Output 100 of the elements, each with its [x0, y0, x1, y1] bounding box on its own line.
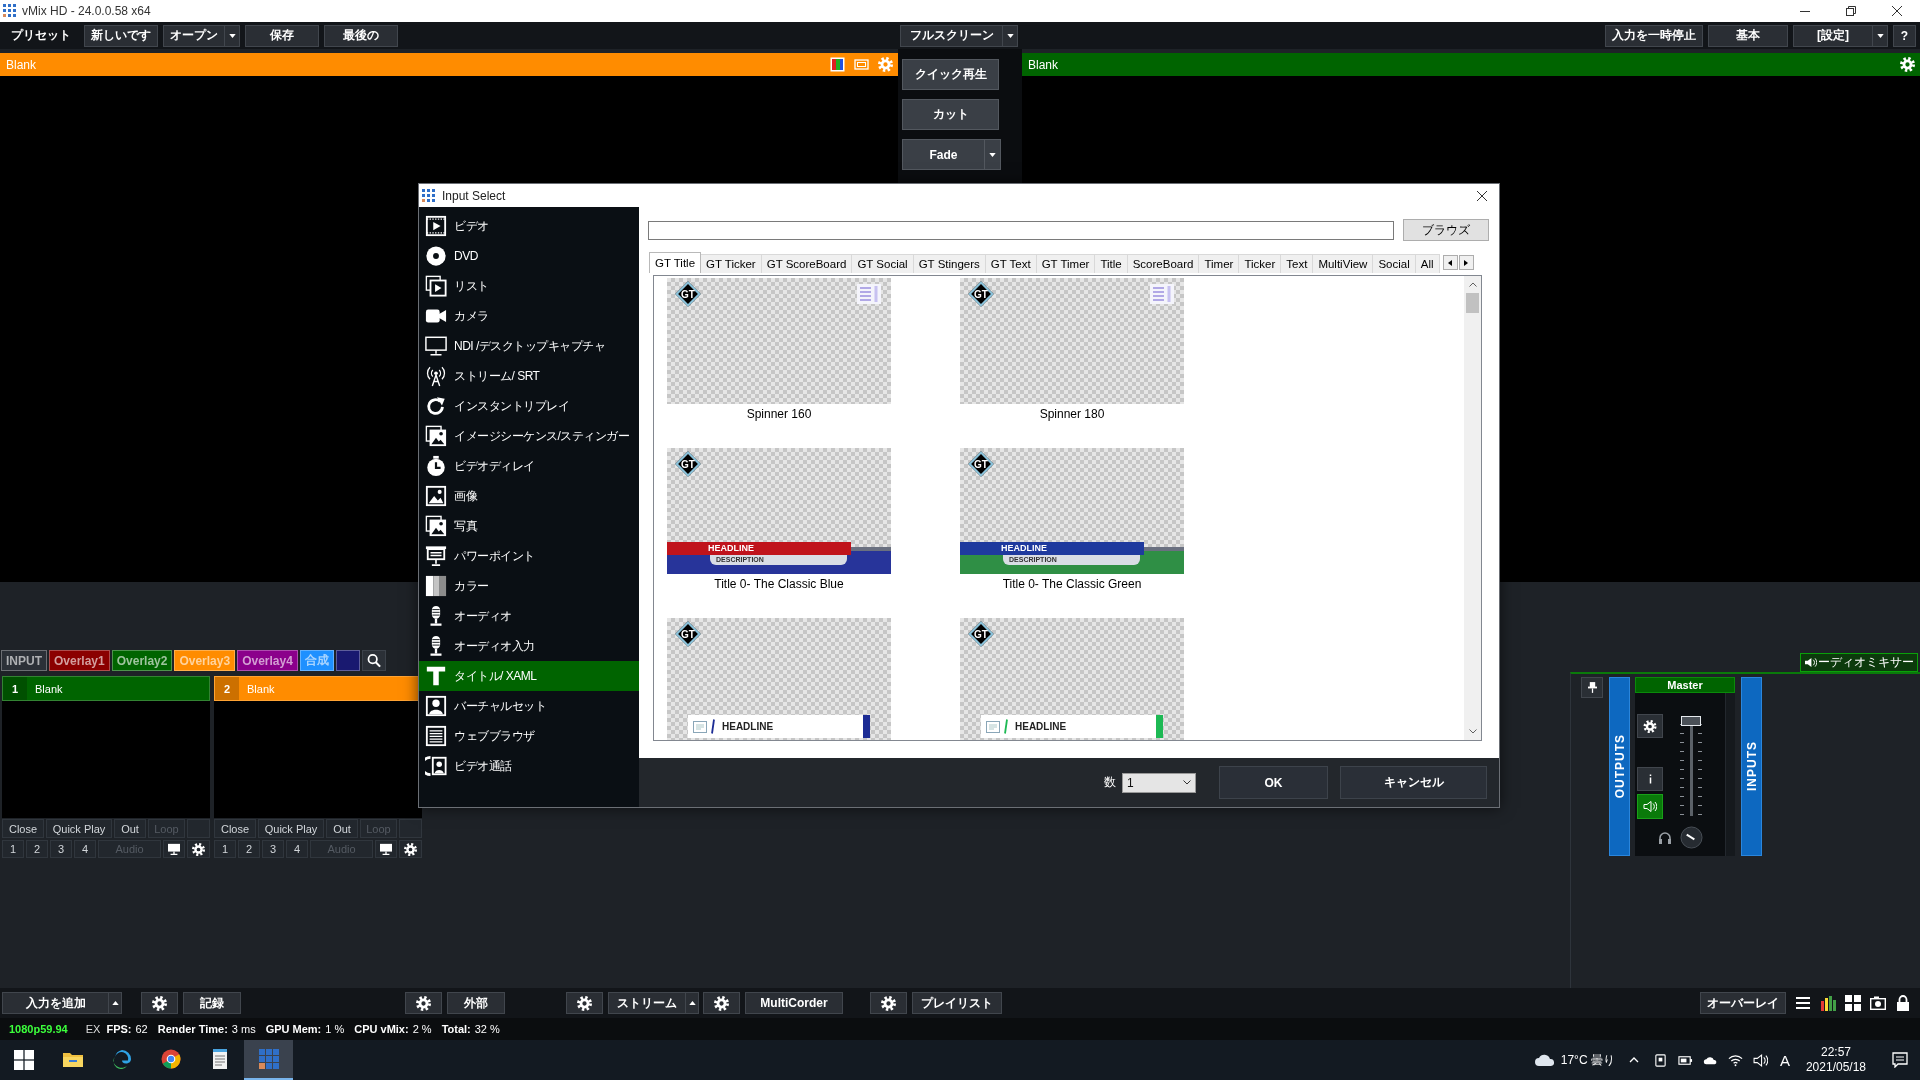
- input-tab[interactable]: [335, 650, 360, 671]
- toolbar-button[interactable]: プレイリスト: [912, 992, 1002, 1014]
- grid-icon[interactable]: [1845, 995, 1861, 1011]
- input-control-button[interactable]: Out: [114, 819, 146, 838]
- category-item[interactable]: NDI /デスクトップキャプチャ: [419, 331, 639, 361]
- input-tab[interactable]: INPUT: [1, 650, 47, 671]
- template-thumbnail[interactable]: GT: [667, 278, 891, 404]
- dialog-button[interactable]: キャンセル: [1340, 766, 1487, 799]
- input-control-button[interactable]: Out: [326, 819, 358, 838]
- menu-button[interactable]: フルスクリーン: [900, 24, 1003, 47]
- category-tab[interactable]: All: [1414, 254, 1440, 273]
- settings-button[interactable]: [399, 840, 422, 858]
- settings-button[interactable]: [870, 992, 907, 1014]
- settings-button[interactable]: [566, 992, 603, 1014]
- input-tab[interactable]: Overlay2: [111, 650, 173, 671]
- toolbar-button[interactable]: 記録: [183, 992, 241, 1014]
- category-item[interactable]: オーディオ: [419, 601, 639, 631]
- category-tab[interactable]: GT Social: [851, 254, 914, 273]
- category-item[interactable]: DVD: [419, 241, 639, 271]
- menu-button[interactable]: [設定]: [1793, 24, 1873, 47]
- menu-button[interactable]: 保存: [245, 24, 319, 47]
- input-control-button[interactable]: Quick Play: [46, 819, 112, 838]
- monitor-button[interactable]: [375, 840, 397, 858]
- category-item[interactable]: タイトル/ XAML: [419, 661, 639, 691]
- scrollbar-thumb[interactable]: [1466, 293, 1479, 313]
- toolbar-button[interactable]: 入力を追加: [2, 992, 109, 1014]
- pin-button[interactable]: [1581, 677, 1603, 698]
- settings-button[interactable]: [141, 992, 178, 1014]
- bus-button[interactable]: 1: [2, 840, 24, 858]
- category-item[interactable]: インスタントリプレイ: [419, 391, 639, 421]
- wifi-icon[interactable]: [1727, 1053, 1743, 1067]
- menu-button[interactable]: 最後の: [324, 24, 398, 47]
- speaker-icon[interactable]: [1752, 1053, 1768, 1067]
- dropdown-button[interactable]: [1003, 24, 1018, 47]
- outputs-tab[interactable]: OUTPUTS: [1609, 677, 1630, 856]
- toolbar-button[interactable]: MultiCorder: [745, 992, 843, 1014]
- audio-mixer-button[interactable]: ーディオミキサー: [1800, 653, 1918, 672]
- level-bars-icon[interactable]: [1820, 995, 1836, 1011]
- chevron-up-icon[interactable]: [1628, 1057, 1639, 1063]
- category-tab[interactable]: Social: [1372, 254, 1416, 273]
- lock-icon[interactable]: [1895, 995, 1911, 1011]
- category-item[interactable]: カラー: [419, 571, 639, 601]
- audio-toggle-button[interactable]: [1637, 794, 1663, 819]
- bus-button[interactable]: 3: [50, 840, 72, 858]
- search-button[interactable]: [361, 650, 386, 671]
- camera-icon[interactable]: [1870, 995, 1886, 1011]
- input-tab[interactable]: Overlay4: [237, 650, 298, 671]
- knob-icon[interactable]: [1680, 826, 1703, 849]
- transition-button[interactable]: カット: [902, 99, 999, 130]
- template-thumbnail[interactable]: GT HEADLINE: [960, 618, 1184, 740]
- input-control-button[interactable]: Quick Play: [258, 819, 324, 838]
- input-tab[interactable]: Overlay1: [49, 650, 110, 671]
- inputs-tab[interactable]: INPUTS: [1741, 677, 1762, 856]
- bus-button[interactable]: 4: [286, 840, 308, 858]
- category-item[interactable]: ウェブブラウザ: [419, 721, 639, 751]
- category-tab[interactable]: Title: [1094, 254, 1128, 273]
- search-field[interactable]: [648, 220, 1394, 240]
- transition-button[interactable]: Fade: [902, 139, 985, 170]
- category-item[interactable]: 画像: [419, 481, 639, 511]
- color-bars-icon[interactable]: [830, 57, 845, 72]
- category-item[interactable]: パワーポイント: [419, 541, 639, 571]
- dropdown-button[interactable]: [109, 992, 122, 1014]
- category-item[interactable]: 写真: [419, 511, 639, 541]
- dropdown-button[interactable]: [686, 992, 699, 1014]
- toolbar-button[interactable]: 外部: [447, 992, 505, 1014]
- cloud-icon[interactable]: [1533, 1053, 1556, 1067]
- weather-text[interactable]: 17°C 曇り: [1560, 1051, 1615, 1069]
- category-tab[interactable]: GT Title: [649, 252, 702, 273]
- category-item[interactable]: イメージシーケンス/スティンガー: [419, 421, 639, 451]
- category-item[interactable]: ビデオ: [419, 211, 639, 241]
- settings-icon[interactable]: [1900, 57, 1915, 72]
- category-tab[interactable]: ScoreBoard: [1126, 254, 1200, 273]
- input-header[interactable]: 1 Blank: [2, 676, 210, 701]
- category-tab[interactable]: Timer: [1198, 254, 1240, 273]
- bus-button[interactable]: 2: [26, 840, 48, 858]
- battery-icon[interactable]: [1677, 1053, 1693, 1067]
- settings-button[interactable]: [405, 992, 442, 1014]
- menu-button[interactable]: 入力を一時停止: [1605, 24, 1703, 47]
- menu-icon[interactable]: [1795, 995, 1811, 1011]
- category-tab[interactable]: Text: [1280, 254, 1314, 273]
- category-item[interactable]: バーチャルセット: [419, 691, 639, 721]
- bus-button[interactable]: 1: [214, 840, 236, 858]
- dropdown-button[interactable]: [1873, 24, 1888, 47]
- toolbar-button[interactable]: ストリーム: [608, 992, 686, 1014]
- category-tab[interactable]: GT Stingers: [912, 254, 986, 273]
- dropdown-button[interactable]: [225, 24, 240, 47]
- clock-date[interactable]: 2021/05/18: [1805, 1060, 1866, 1075]
- menu-button[interactable]: 基本: [1708, 24, 1788, 47]
- help-button[interactable]: ?: [1893, 24, 1916, 47]
- category-item[interactable]: リスト: [419, 271, 639, 301]
- device-icon[interactable]: [1652, 1053, 1668, 1067]
- settings-button[interactable]: [1637, 714, 1663, 738]
- input-mode-indicator[interactable]: A: [1779, 1051, 1790, 1069]
- category-tab[interactable]: GT Ticker: [700, 254, 762, 273]
- category-item[interactable]: オーディオ入力: [419, 631, 639, 661]
- browse-button[interactable]: ブラウズ: [1403, 219, 1489, 241]
- category-item[interactable]: ビデオ通話: [419, 751, 639, 781]
- monitor-button[interactable]: [163, 840, 185, 858]
- category-item[interactable]: カメラ: [419, 301, 639, 331]
- bus-button[interactable]: 2: [238, 840, 260, 858]
